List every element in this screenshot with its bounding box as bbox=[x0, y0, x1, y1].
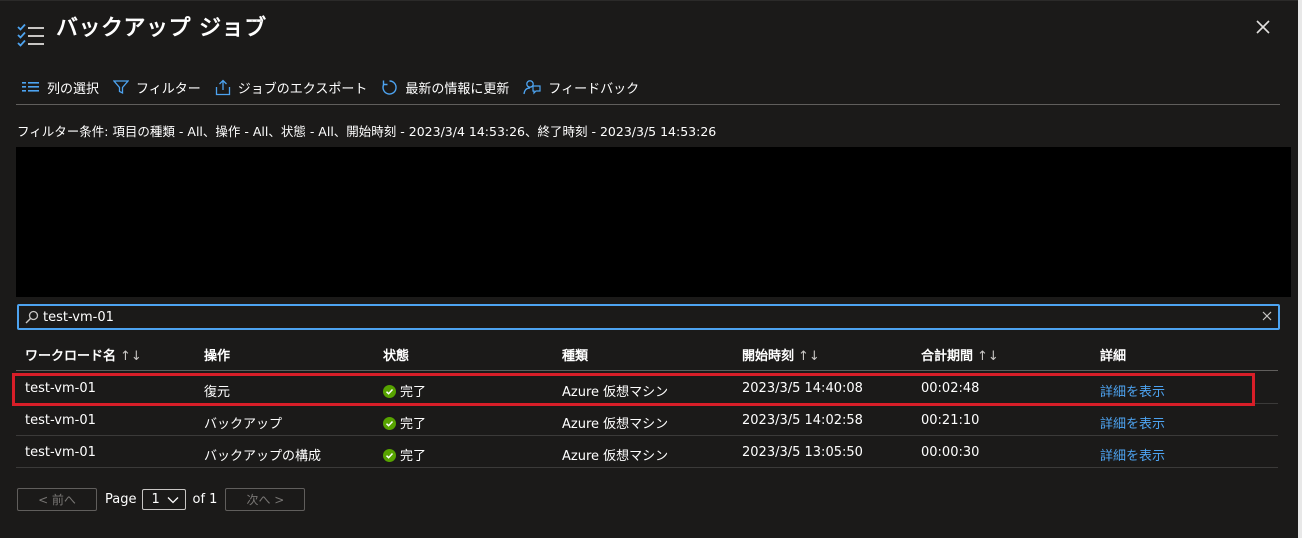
workload-cell: test-vm-01 bbox=[25, 445, 96, 460]
workload-cell: test-vm-01 bbox=[25, 381, 96, 396]
status-cell: 完了 bbox=[383, 381, 426, 400]
sort-icon[interactable]: ↑↓ bbox=[798, 349, 820, 364]
view-details-link[interactable]: 詳細を表示 bbox=[1100, 417, 1165, 432]
filter-summary: フィルター条件: 項目の種類 - All、操作 - All、状態 - All、開… bbox=[17, 124, 717, 139]
success-icon bbox=[383, 417, 396, 430]
type-cell: Azure 仮想マシン bbox=[562, 385, 669, 400]
search-icon bbox=[25, 310, 39, 324]
page-count: of 1 bbox=[192, 492, 218, 507]
type-cell: Azure 仮想マシン bbox=[562, 417, 669, 432]
columns-icon bbox=[22, 82, 39, 92]
column-header-operation: 操作 bbox=[204, 345, 230, 364]
success-icon bbox=[383, 449, 396, 462]
sort-icon[interactable]: ↑↓ bbox=[977, 349, 999, 364]
refresh-label: 最新の情報に更新 bbox=[405, 81, 510, 97]
start-time-cell: 2023/3/5 14:02:58 bbox=[742, 413, 863, 428]
job-list-icon bbox=[16, 22, 46, 48]
filter-icon bbox=[113, 80, 130, 95]
header-divider bbox=[16, 370, 1278, 371]
search-input[interactable] bbox=[43, 307, 1243, 327]
operation-cell: バックアップ bbox=[204, 417, 283, 432]
chevron-down-icon bbox=[168, 496, 179, 503]
column-header-label: 状態 bbox=[383, 349, 410, 364]
close-icon[interactable] bbox=[1254, 18, 1272, 36]
status-text: 完了 bbox=[400, 449, 427, 464]
refresh-icon bbox=[382, 79, 398, 95]
pagination: < 前へ Page 1 of 1 次へ > bbox=[17, 488, 306, 511]
workload-cell: test-vm-01 bbox=[25, 413, 96, 428]
sort-icon[interactable]: ↑↓ bbox=[120, 349, 142, 364]
column-header-label: ワークロード名 bbox=[25, 349, 117, 364]
column-header-label: 種類 bbox=[562, 349, 589, 364]
table-row[interactable]: test-vm-01 復元 完了 Azure 仮想マシン 2023/3/5 14… bbox=[16, 372, 1278, 404]
column-header-start-time[interactable]: 開始時刻 ↑↓ bbox=[742, 345, 820, 364]
duration-cell: 00:02:48 bbox=[921, 381, 980, 396]
column-header-label: 詳細 bbox=[1100, 349, 1127, 364]
start-time-cell: 2023/3/5 14:40:08 bbox=[742, 381, 863, 396]
top-border bbox=[0, 0, 1302, 1]
page-title: バックアップ ジョブ bbox=[56, 16, 267, 41]
command-bar: 列の選択 フィルター ジョブのエクスポート 最新の情報に更新 フィードバック bbox=[22, 76, 653, 98]
success-icon bbox=[383, 385, 396, 398]
column-header-workload[interactable]: ワークロード名 ↑↓ bbox=[25, 345, 142, 364]
filter-button[interactable]: フィルター bbox=[113, 76, 201, 98]
toolbar-divider bbox=[16, 104, 1280, 105]
view-details-link[interactable]: 詳細を表示 bbox=[1100, 449, 1165, 464]
table-row[interactable]: test-vm-01 バックアップの構成 完了 Azure 仮想マシン 2023… bbox=[16, 436, 1278, 468]
redacted-area bbox=[16, 147, 1291, 297]
feedback-button[interactable]: フィードバック bbox=[523, 76, 639, 98]
page-select[interactable]: 1 bbox=[142, 489, 187, 510]
status-cell: 完了 bbox=[383, 445, 426, 464]
next-page-button[interactable]: 次へ > bbox=[225, 488, 306, 511]
search-box[interactable] bbox=[17, 304, 1280, 330]
row-divider bbox=[16, 467, 1278, 468]
filter-label: フィルター bbox=[136, 81, 201, 97]
previous-page-button[interactable]: < 前へ bbox=[17, 488, 97, 511]
type-cell: Azure 仮想マシン bbox=[562, 449, 669, 464]
page-label: Page bbox=[105, 492, 137, 507]
duration-cell: 00:21:10 bbox=[921, 413, 980, 428]
more-options-icon[interactable]: ··· bbox=[250, 14, 263, 30]
status-text: 完了 bbox=[400, 417, 427, 432]
page-edge bbox=[1298, 0, 1302, 538]
column-header-type: 種類 bbox=[562, 345, 588, 364]
export-icon bbox=[215, 79, 230, 95]
operation-cell: バックアップの構成 bbox=[204, 449, 322, 464]
table-row[interactable]: test-vm-01 バックアップ 完了 Azure 仮想マシン 2023/3/… bbox=[16, 404, 1278, 436]
column-header-label: 開始時刻 bbox=[742, 349, 795, 364]
clear-search-icon[interactable] bbox=[1262, 311, 1272, 321]
export-jobs-label: ジョブのエクスポート bbox=[237, 81, 368, 97]
choose-columns-button[interactable]: 列の選択 bbox=[22, 76, 99, 98]
column-header-status: 状態 bbox=[383, 345, 409, 364]
refresh-button[interactable]: 最新の情報に更新 bbox=[381, 76, 509, 98]
choose-columns-label: 列の選択 bbox=[47, 81, 100, 97]
page-select-value: 1 bbox=[151, 492, 160, 507]
feedback-label: フィードバック bbox=[548, 81, 640, 97]
feedback-icon bbox=[523, 79, 542, 94]
status-cell: 完了 bbox=[383, 413, 426, 432]
start-time-cell: 2023/3/5 13:05:50 bbox=[742, 445, 863, 460]
view-details-link[interactable]: 詳細を表示 bbox=[1100, 385, 1165, 400]
column-header-label: 合計期間 bbox=[921, 349, 974, 364]
column-header-details: 詳細 bbox=[1100, 345, 1126, 364]
status-text: 完了 bbox=[400, 385, 427, 400]
operation-cell: 復元 bbox=[204, 385, 231, 400]
column-header-duration[interactable]: 合計期間 ↑↓ bbox=[921, 345, 999, 364]
duration-cell: 00:00:30 bbox=[921, 445, 980, 460]
column-header-label: 操作 bbox=[204, 349, 231, 364]
export-jobs-button[interactable]: ジョブのエクスポート bbox=[215, 76, 368, 98]
